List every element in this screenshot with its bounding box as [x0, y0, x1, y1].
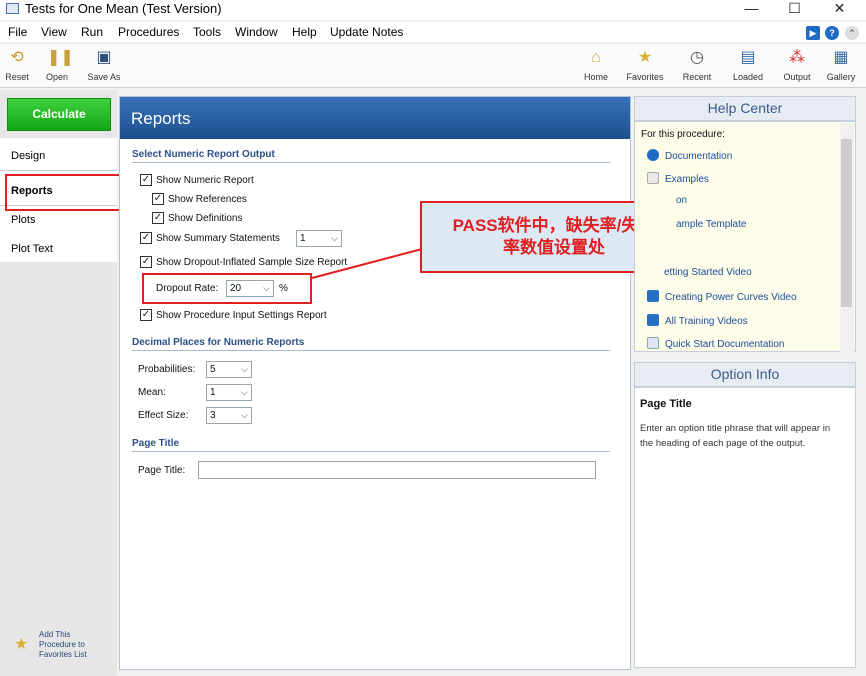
question-icon — [647, 149, 659, 161]
toolbar: ⟲ Reset ❚❚ Open ▣ Save As ⌂ Home ★ Favor… — [0, 44, 866, 88]
help-link-quick-start[interactable]: Quick Start Documentation — [647, 337, 785, 350]
help-link-example-template[interactable]: ample Template — [676, 219, 746, 230]
menu-run[interactable]: Run — [81, 25, 103, 39]
reports-panel: Reports Select Numeric Report Output ✓ S… — [119, 96, 688, 670]
maximize-button[interactable]: ☐ — [772, 0, 817, 20]
menu-window[interactable]: Window — [235, 25, 278, 39]
callout-arrow — [311, 248, 423, 279]
output-icon: ⁂ — [789, 49, 805, 66]
play-icon — [647, 290, 659, 302]
tab-plot-text[interactable]: Plot Text — [11, 243, 53, 255]
recent-button[interactable]: ◷ Recent — [675, 46, 719, 86]
tab-design[interactable]: Design — [11, 150, 45, 162]
for-this-procedure-label: For this procedure: — [641, 129, 725, 140]
reset-button[interactable]: ⟲ Reset — [0, 46, 39, 86]
window-icon: ▤ — [740, 49, 756, 66]
book-icon — [647, 337, 659, 349]
home-button[interactable]: ⌂ Home — [574, 46, 618, 86]
title-bar: Tests for One Mean (Test Version) — ☐ ✕ — [0, 0, 866, 20]
help-link-validation[interactable]: on — [676, 195, 687, 206]
menu-view[interactable]: View — [41, 25, 67, 39]
document-icon — [647, 172, 659, 184]
gallery-icon: ▦ — [833, 49, 849, 66]
option-info-title: Page Title — [640, 398, 692, 410]
app-icon — [6, 3, 19, 14]
favorites-button[interactable]: ★ Favorites — [620, 46, 670, 86]
minimize-button[interactable]: — — [729, 0, 774, 20]
help-scrollbar[interactable] — [840, 123, 854, 352]
clock-icon: ◷ — [690, 49, 704, 66]
help-link-getting-started-video[interactable]: etting Started Video — [664, 267, 752, 278]
star-icon: ★ — [14, 636, 29, 653]
calculate-button[interactable]: Calculate — [7, 98, 111, 131]
scrollbar-thumb[interactable] — [841, 139, 852, 307]
right-panel: Help Center For this procedure: Document… — [634, 96, 856, 668]
reports-highlight — [5, 174, 123, 211]
help-center-header: Help Center — [634, 96, 856, 121]
app-window: Tests for One Mean (Test Version) — ☐ ✕ … — [0, 0, 866, 676]
menu-bar: File View Run Procedures Tools Window He… — [0, 22, 866, 42]
menu-update-notes[interactable]: Update Notes — [330, 25, 403, 39]
play-icon — [647, 314, 659, 326]
loaded-button[interactable]: ▤ Loaded — [726, 46, 770, 86]
window-title: Tests for One Mean (Test Version) — [25, 1, 222, 16]
add-favorites-link[interactable]: ★ Add This Procedure to Favorites List — [14, 630, 114, 666]
menu-tools[interactable]: Tools — [193, 25, 221, 39]
home-icon: ⌂ — [591, 49, 601, 66]
help-icon[interactable]: ? — [825, 26, 839, 40]
help-link-examples[interactable]: Examples — [647, 172, 709, 185]
left-panel: Calculate Design Reports Plots Plot Text… — [0, 90, 123, 676]
reset-icon: ⟲ — [10, 49, 24, 66]
help-link-power-curves-video[interactable]: Creating Power Curves Video — [647, 290, 797, 303]
save-icon: ▣ — [96, 49, 112, 66]
save-as-button[interactable]: ▣ Save As — [82, 46, 126, 86]
menu-help[interactable]: Help — [292, 25, 317, 39]
menu-procedures[interactable]: Procedures — [118, 25, 179, 39]
star-icon: ★ — [637, 49, 653, 66]
open-icon: ❚❚ — [47, 49, 74, 66]
open-button[interactable]: ❚❚ Open — [35, 46, 79, 86]
option-info-header: Option Info — [634, 362, 856, 387]
option-info-body: Page Title Enter an option title phrase … — [634, 387, 856, 668]
help-center-body: For this procedure: Documentation Exampl… — [634, 121, 856, 352]
help-link-all-training-videos[interactable]: All Training Videos — [647, 314, 748, 327]
play-icon[interactable]: ▶ — [806, 26, 820, 40]
menu-file[interactable]: File — [8, 25, 27, 39]
help-link-documentation[interactable]: Documentation — [647, 149, 732, 162]
close-button[interactable]: ✕ — [817, 0, 862, 20]
collapse-icon[interactable]: ⌃ — [845, 26, 859, 40]
gallery-button[interactable]: ▦ Gallery — [819, 46, 863, 86]
tab-plots[interactable]: Plots — [11, 214, 35, 226]
option-info-text: Enter an option title phrase that will a… — [640, 423, 831, 449]
output-button[interactable]: ⁂ Output — [775, 46, 819, 86]
